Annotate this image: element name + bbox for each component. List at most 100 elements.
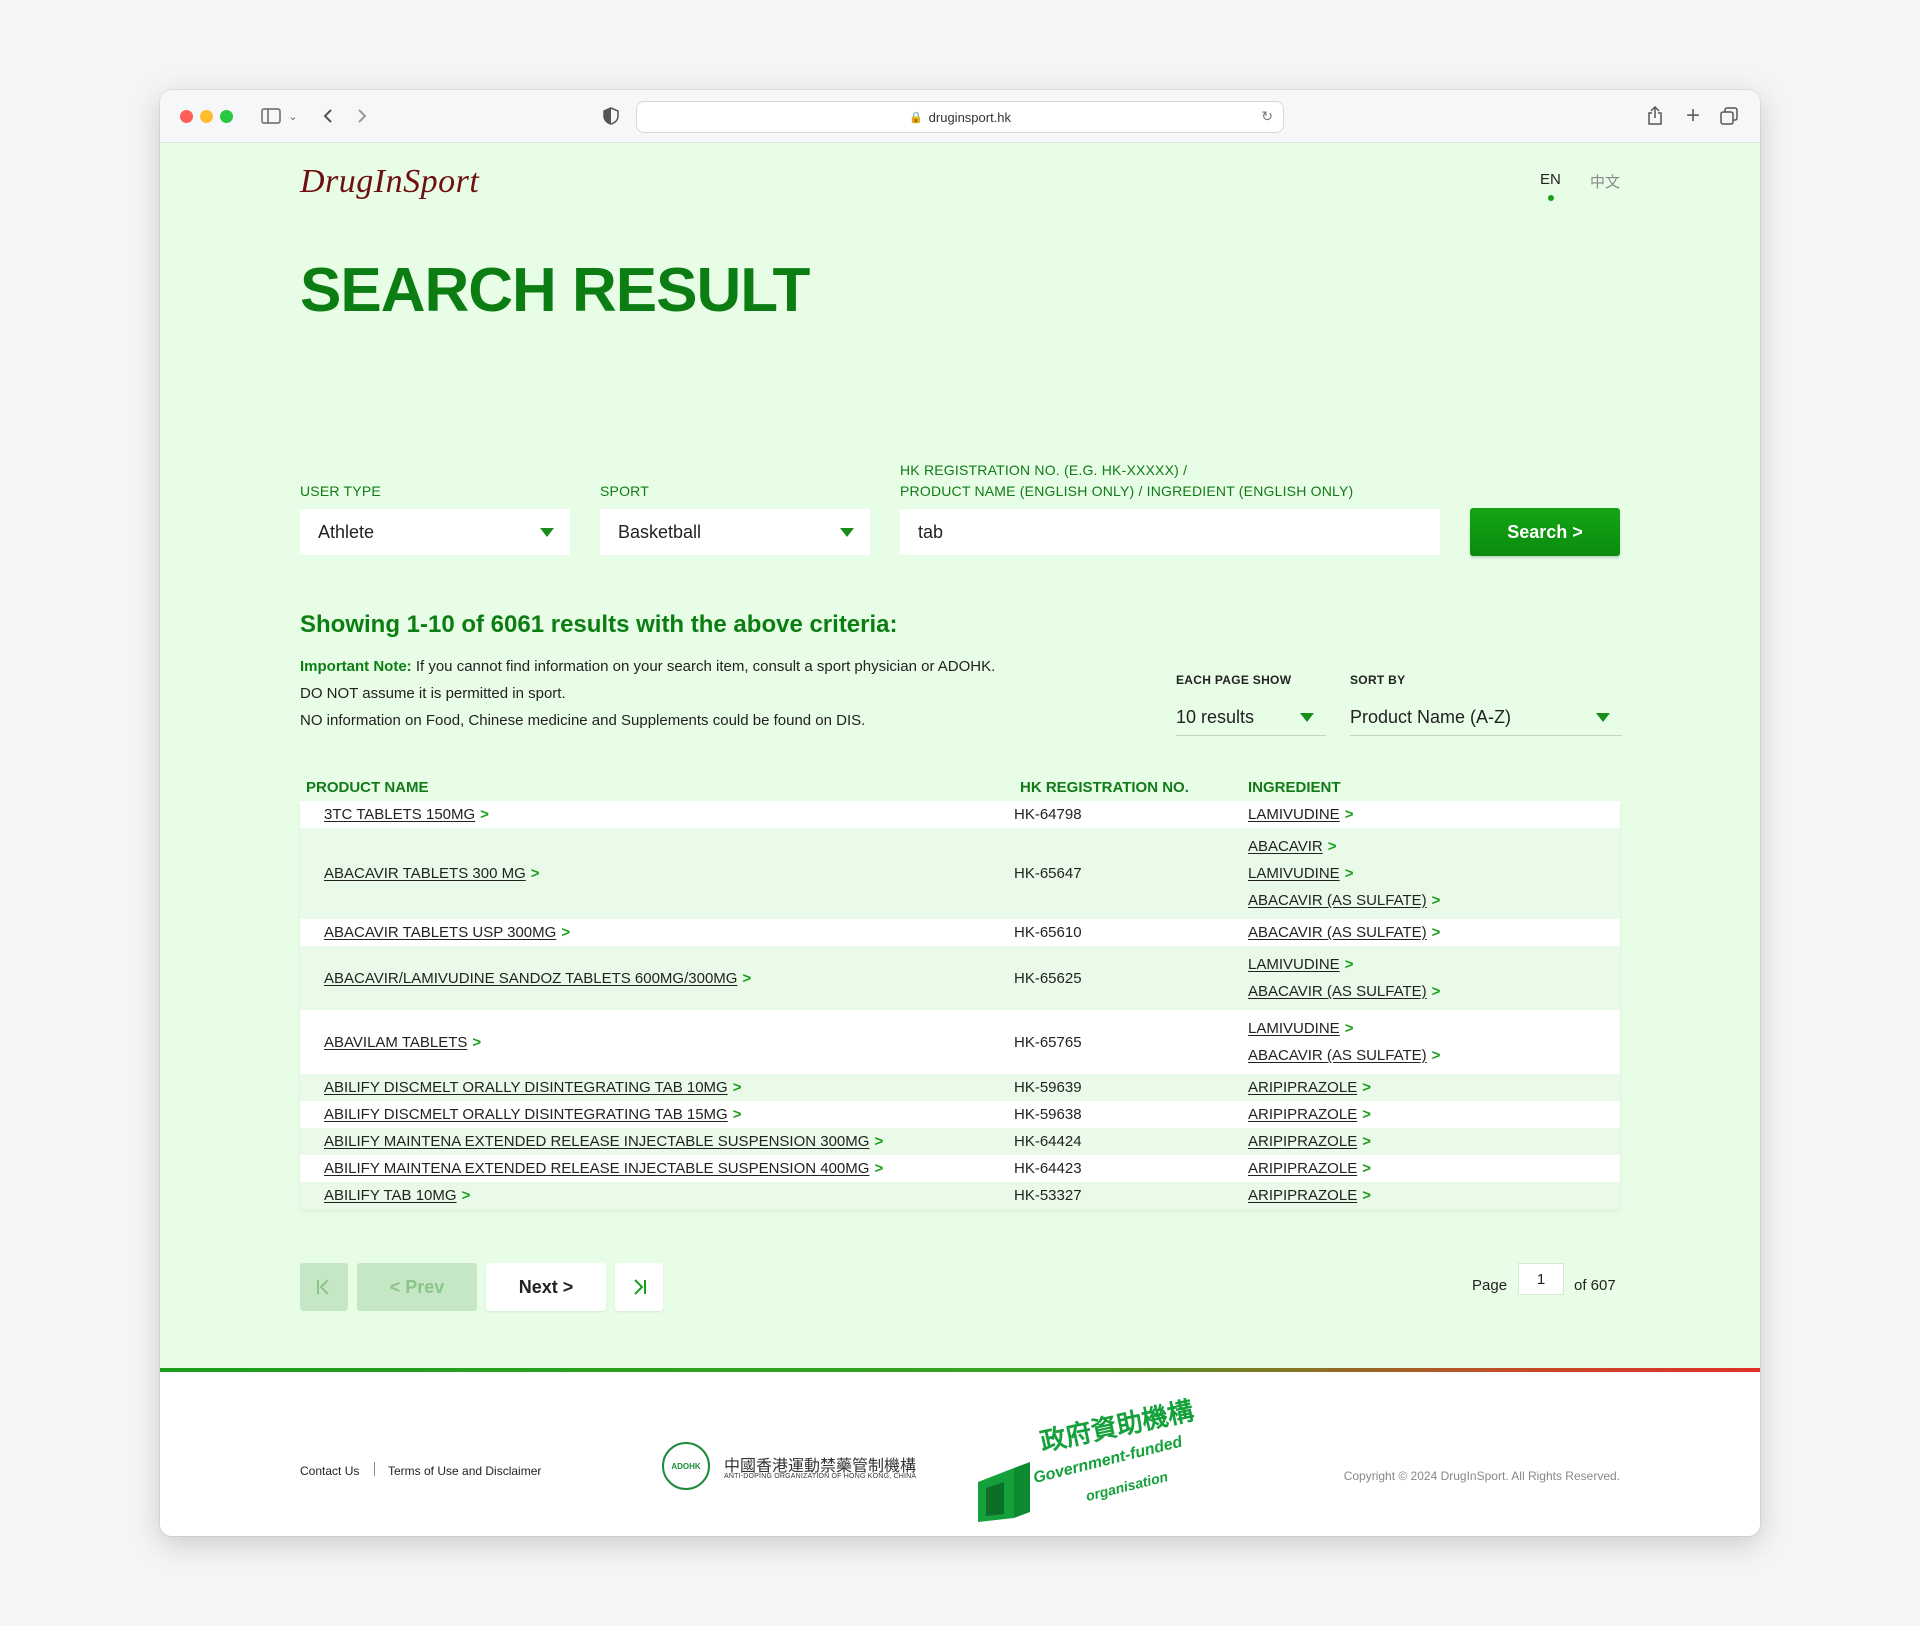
chevron-right-icon[interactable]: > (733, 1079, 742, 1096)
product-cell: ABILIFY MAINTENA EXTENDED RELEASE INJECT… (324, 1128, 883, 1155)
table-row: ABACAVIR/LAMIVUDINE SANDOZ TABLETS 600MG… (300, 946, 1620, 1010)
ingredient-cell: ABACAVIR > LAMIVUDINE > ABACAVIR (AS SULFATE… (1248, 828, 1440, 919)
chevron-right-icon[interactable]: > (742, 970, 751, 987)
lang-en-link[interactable]: EN (1540, 171, 1561, 201)
product-cell: ABILIFY MAINTENA EXTENDED RELEASE INJECT… (324, 1155, 883, 1182)
ingredient-link[interactable]: ABACAVIR (AS SULFATE) (1248, 1047, 1427, 1064)
contact-us-link[interactable]: Contact Us (300, 1464, 359, 1478)
registration-cell: HK-65647 (1014, 865, 1082, 882)
table-row: ABAVILAM TABLETS > HK-65765 LAMIVUDINE > ABAC… (300, 1010, 1620, 1074)
ingredient-item: ABACAVIR > (1248, 833, 1440, 860)
ingredient-item: ABACAVIR (AS SULFATE) > (1248, 919, 1440, 946)
ingredient-item: LAMIVUDINE > (1248, 860, 1440, 887)
ingredient-link[interactable]: ARIPIPRAZOLE (1248, 1079, 1357, 1096)
product-link[interactable]: ABILIFY DISCMELT ORALLY DISINTEGRATING T… (324, 1106, 728, 1123)
address-bar[interactable]: 🔒 druginsport.hk ↻ (636, 101, 1284, 133)
ingredient-link[interactable]: LAMIVUDINE (1248, 1020, 1340, 1037)
user-type-select[interactable]: Athlete (300, 509, 570, 555)
ingredient-link[interactable]: ABACAVIR (AS SULFATE) (1248, 892, 1427, 909)
sport-value: Basketball (618, 521, 702, 542)
chevron-right-icon[interactable]: > (1362, 1187, 1371, 1204)
share-icon[interactable] (1644, 103, 1666, 129)
product-link[interactable]: ABILIFY MAINTENA EXTENDED RELEASE INJECT… (324, 1160, 869, 1177)
next-page-button[interactable]: Next > (486, 1263, 606, 1311)
chevron-down-icon[interactable]: ⌄ (286, 103, 300, 129)
search-button[interactable]: Search > (1470, 508, 1620, 556)
page-size-select[interactable]: 10 results (1176, 699, 1326, 736)
sort-select[interactable]: Product Name (A-Z) (1350, 699, 1622, 736)
ingredient-link[interactable]: LAMIVUDINE (1248, 865, 1340, 882)
chevron-right-icon[interactable]: > (874, 1160, 883, 1177)
chevron-right-icon[interactable]: > (1345, 1020, 1354, 1037)
chevron-right-icon[interactable]: > (733, 1106, 742, 1123)
product-link[interactable]: ABACAVIR/LAMIVUDINE SANDOZ TABLETS 600MG… (324, 970, 737, 987)
ingredient-item: ABACAVIR (AS SULFATE) > (1248, 887, 1440, 914)
ingredient-item: ABACAVIR (AS SULFATE) > (1248, 1042, 1440, 1069)
chevron-right-icon[interactable]: > (561, 924, 570, 941)
minimize-window-button[interactable] (200, 110, 213, 123)
chevron-right-icon[interactable]: > (1345, 806, 1354, 823)
ingredient-link[interactable]: LAMIVUDINE (1248, 806, 1340, 823)
product-link[interactable]: ABAVILAM TABLETS (324, 1034, 467, 1051)
table-row: ABACAVIR TABLETS USP 300MG > HK-65610 ABACA… (300, 919, 1620, 946)
reload-icon[interactable]: ↻ (1261, 108, 1273, 125)
chevron-right-icon[interactable]: > (1362, 1079, 1371, 1096)
registration-cell: HK-53327 (1014, 1187, 1082, 1204)
product-link[interactable]: ABILIFY MAINTENA EXTENDED RELEASE INJECT… (324, 1133, 869, 1150)
product-link[interactable]: ABILIFY DISCMELT ORALLY DISINTEGRATING T… (324, 1079, 728, 1096)
ingredient-link[interactable]: ARIPIPRAZOLE (1248, 1133, 1357, 1150)
last-page-button[interactable] (615, 1263, 663, 1311)
tabs-overview-icon[interactable] (1718, 103, 1740, 129)
chevron-right-icon[interactable]: > (1362, 1160, 1371, 1177)
ingredient-link[interactable]: ABACAVIR (AS SULFATE) (1248, 983, 1427, 1000)
chevron-right-icon[interactable]: > (462, 1187, 471, 1204)
chevron-right-icon[interactable]: > (1432, 1047, 1441, 1064)
ingredient-link[interactable]: ABACAVIR (AS SULFATE) (1248, 924, 1427, 941)
chevron-right-icon[interactable]: > (1345, 956, 1354, 973)
product-link[interactable]: ABACAVIR TABLETS USP 300MG (324, 924, 556, 941)
maximize-window-button[interactable] (220, 110, 233, 123)
chevron-right-icon[interactable]: > (1328, 838, 1337, 855)
chevron-right-icon[interactable]: > (1362, 1106, 1371, 1123)
column-header-product: PRODUCT NAME (306, 779, 429, 796)
product-link[interactable]: 3TC TABLETS 150MG (324, 806, 475, 823)
ingredient-link[interactable]: ARIPIPRAZOLE (1248, 1160, 1357, 1177)
chevron-right-icon[interactable]: > (1432, 892, 1441, 909)
ingredient-item: LAMIVUDINE > (1248, 801, 1353, 828)
sidebar-toggle-icon[interactable] (256, 103, 286, 129)
sport-select[interactable]: Basketball (600, 509, 870, 555)
page-number-input[interactable]: 1 (1518, 1263, 1564, 1295)
terms-link[interactable]: Terms of Use and Disclaimer (388, 1464, 541, 1478)
table-row: 3TC TABLETS 150MG > HK-64798 LAMIVUDINE > (300, 801, 1620, 828)
footer-separator (374, 1462, 375, 1476)
new-tab-icon[interactable]: + (1682, 102, 1704, 129)
sort-value: Product Name (A-Z) (1350, 706, 1512, 727)
ingredient-link[interactable]: ARIPIPRAZOLE (1248, 1106, 1357, 1123)
close-window-button[interactable] (180, 110, 193, 123)
prev-page-button[interactable]: < Prev (357, 1263, 477, 1311)
ingredient-link[interactable]: ARIPIPRAZOLE (1248, 1187, 1357, 1204)
lang-zh-link[interactable]: 中文 (1590, 171, 1620, 192)
first-page-button[interactable] (300, 1263, 348, 1311)
chevron-right-icon[interactable]: > (480, 806, 489, 823)
shield-icon[interactable] (600, 103, 622, 129)
forward-icon[interactable] (352, 103, 372, 129)
chevron-right-icon[interactable]: > (472, 1034, 481, 1051)
total-pages-label: of 607 (1574, 1277, 1616, 1294)
ingredient-link[interactable]: ABACAVIR (1248, 838, 1323, 855)
results-summary: Showing 1-10 of 6061 results with the ab… (300, 611, 898, 638)
search-input[interactable]: tab (900, 509, 1440, 555)
chevron-right-icon[interactable]: > (531, 865, 540, 882)
chevron-right-icon[interactable]: > (1345, 865, 1354, 882)
ingredient-link[interactable]: LAMIVUDINE (1248, 956, 1340, 973)
adohk-logo-icon[interactable]: ADOHK (662, 1442, 710, 1490)
product-link[interactable]: ABACAVIR TABLETS 300 MG (324, 865, 526, 882)
chevron-right-icon[interactable]: > (1432, 924, 1441, 941)
product-link[interactable]: ABILIFY TAB 10MG (324, 1187, 457, 1204)
chevron-right-icon[interactable]: > (874, 1133, 883, 1150)
chevron-right-icon[interactable]: > (1432, 983, 1441, 1000)
site-logo[interactable]: DrugInSport (300, 163, 479, 201)
registration-cell: HK-64423 (1014, 1160, 1082, 1177)
back-icon[interactable] (318, 103, 338, 129)
chevron-right-icon[interactable]: > (1362, 1133, 1371, 1150)
